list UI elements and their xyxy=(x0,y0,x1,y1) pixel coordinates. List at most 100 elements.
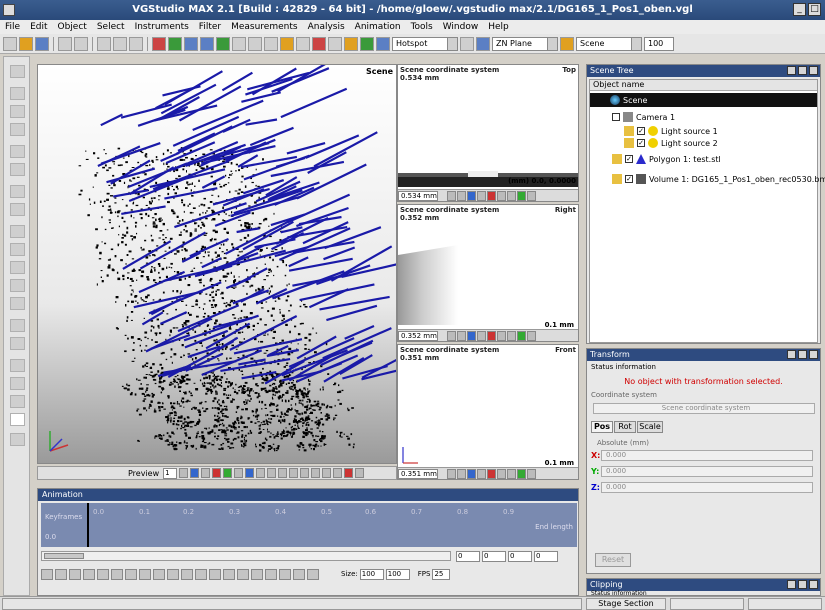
angle-icon[interactable] xyxy=(10,337,25,350)
slice-button[interactable] xyxy=(487,190,496,201)
add-key-button[interactable] xyxy=(223,568,235,580)
panel-help-icon[interactable] xyxy=(798,66,807,75)
marker-tool-icon[interactable] xyxy=(10,395,25,408)
annotate-tool-icon[interactable] xyxy=(312,36,326,51)
slice-button[interactable] xyxy=(497,190,506,201)
render-mode-combo[interactable]: Hotspot xyxy=(392,36,458,51)
key-options-button[interactable] xyxy=(251,568,263,580)
tree-item-light-2[interactable]: ✓ Light source 2 xyxy=(624,138,718,148)
stop-button[interactable] xyxy=(111,568,123,580)
render-anim-button[interactable] xyxy=(307,568,319,580)
step-back-button[interactable] xyxy=(83,568,95,580)
preview-button[interactable] xyxy=(322,468,332,478)
slice-button[interactable] xyxy=(457,330,466,341)
menu-analysis[interactable]: Analysis xyxy=(303,22,350,32)
minimize-button[interactable]: _ xyxy=(793,3,806,16)
menu-edit[interactable]: Edit xyxy=(25,22,52,32)
zoom-tool-icon[interactable] xyxy=(328,36,342,51)
menu-select[interactable]: Select xyxy=(92,22,130,32)
slice-button[interactable] xyxy=(447,330,456,341)
color-swatch-icon[interactable] xyxy=(10,413,25,426)
save-icon[interactable] xyxy=(35,36,49,51)
slice-mm-field[interactable]: 0.352 mm xyxy=(398,330,438,341)
slice-button[interactable] xyxy=(477,330,486,341)
tree-item-camera[interactable]: Camera 1 xyxy=(612,112,675,122)
preview-button[interactable] xyxy=(179,468,189,478)
preview-button[interactable] xyxy=(245,468,255,478)
tab-pos[interactable]: Pos xyxy=(591,421,613,433)
transform-tool-icon[interactable] xyxy=(168,36,182,51)
invert-icon[interactable] xyxy=(10,279,25,292)
slice-button[interactable] xyxy=(527,330,536,341)
timeline-scrollbar[interactable] xyxy=(41,551,451,561)
slice-button[interactable] xyxy=(517,330,526,341)
slice-button[interactable] xyxy=(507,330,516,341)
slice-button[interactable] xyxy=(477,468,486,479)
tree-item-scene[interactable]: Scene xyxy=(590,93,817,107)
copy-icon[interactable] xyxy=(113,36,127,51)
sphere-select-icon[interactable] xyxy=(10,163,25,176)
pen-tool-icon[interactable] xyxy=(10,87,25,100)
panel-float-icon[interactable] xyxy=(787,580,796,589)
open-file-icon[interactable] xyxy=(19,36,33,51)
screenshot-icon[interactable] xyxy=(476,36,490,51)
menu-file[interactable]: File xyxy=(0,22,25,32)
pos-z-field[interactable]: 0.000 xyxy=(601,482,813,493)
plane-combo[interactable]: ZN Plane xyxy=(492,36,558,51)
rewind-button[interactable] xyxy=(69,568,81,580)
pos-y-field[interactable]: 0.000 xyxy=(601,466,813,477)
preview-button[interactable] xyxy=(278,468,288,478)
panel-float-icon[interactable] xyxy=(787,350,796,359)
preview-button[interactable] xyxy=(333,468,343,478)
record-button[interactable] xyxy=(195,568,207,580)
preview-button[interactable] xyxy=(190,468,200,478)
render-options-icon[interactable] xyxy=(460,36,474,51)
preview-field[interactable]: 1 xyxy=(163,467,178,479)
size-height-field[interactable]: 100 xyxy=(385,568,410,580)
step-forward-button[interactable] xyxy=(139,568,151,580)
visibility-checkbox[interactable]: ✓ xyxy=(637,139,645,147)
visibility-checkbox[interactable]: ✓ xyxy=(625,155,633,163)
panel-close-icon[interactable] xyxy=(809,580,818,589)
first-frame-button[interactable] xyxy=(41,568,53,580)
tree-item-polygon[interactable]: ✓ Polygon 1: test.stl xyxy=(612,154,721,164)
prev-key-button[interactable] xyxy=(55,568,67,580)
tree-item-volume[interactable]: ✓ Volume 1: DG165_1_Pos1_oben_rec0530.bm… xyxy=(612,174,825,184)
hand-tool-icon[interactable] xyxy=(10,433,25,446)
visibility-checkbox[interactable]: ✓ xyxy=(625,175,633,183)
preview-anim-button[interactable] xyxy=(293,568,305,580)
slice-button[interactable] xyxy=(467,190,476,201)
grid-tool-icon[interactable] xyxy=(248,36,262,51)
preview-button[interactable] xyxy=(355,468,365,478)
info-icon[interactable] xyxy=(360,36,374,51)
loop-button[interactable] xyxy=(209,568,221,580)
dilate-icon[interactable] xyxy=(10,243,25,256)
camera-tool-icon[interactable] xyxy=(264,36,278,51)
last-frame-button[interactable] xyxy=(181,568,193,580)
light-tool-icon[interactable] xyxy=(280,36,294,51)
measure-tool-icon[interactable] xyxy=(184,36,198,51)
menu-window[interactable]: Window xyxy=(438,22,484,32)
fps-field[interactable]: 25 xyxy=(432,568,451,580)
menu-tools[interactable]: Tools xyxy=(406,22,438,32)
lasso-tool-icon[interactable] xyxy=(10,123,25,136)
analysis-tool-icon[interactable] xyxy=(200,36,214,51)
distance-icon[interactable] xyxy=(10,319,25,332)
slice-button[interactable] xyxy=(497,330,506,341)
preview-button[interactable] xyxy=(300,468,310,478)
delete-key-button[interactable] xyxy=(237,568,249,580)
cut-icon[interactable] xyxy=(97,36,111,51)
preview-button[interactable] xyxy=(267,468,277,478)
bookmark-icon[interactable] xyxy=(344,36,358,51)
color-icon[interactable] xyxy=(376,36,390,51)
menu-measurements[interactable]: Measurements xyxy=(226,22,302,32)
slice-button[interactable] xyxy=(467,330,476,341)
preview-button[interactable] xyxy=(212,468,222,478)
menu-object[interactable]: Object xyxy=(53,22,92,32)
scene-combo[interactable]: Scene xyxy=(576,36,642,51)
new-file-icon[interactable] xyxy=(3,36,17,51)
region-tool-icon[interactable] xyxy=(216,36,230,51)
play-button[interactable] xyxy=(125,568,137,580)
forward-button[interactable] xyxy=(153,568,165,580)
slice-view-top[interactable]: Scene coordinate system 0.534 mm Top (mm)… xyxy=(397,64,579,202)
